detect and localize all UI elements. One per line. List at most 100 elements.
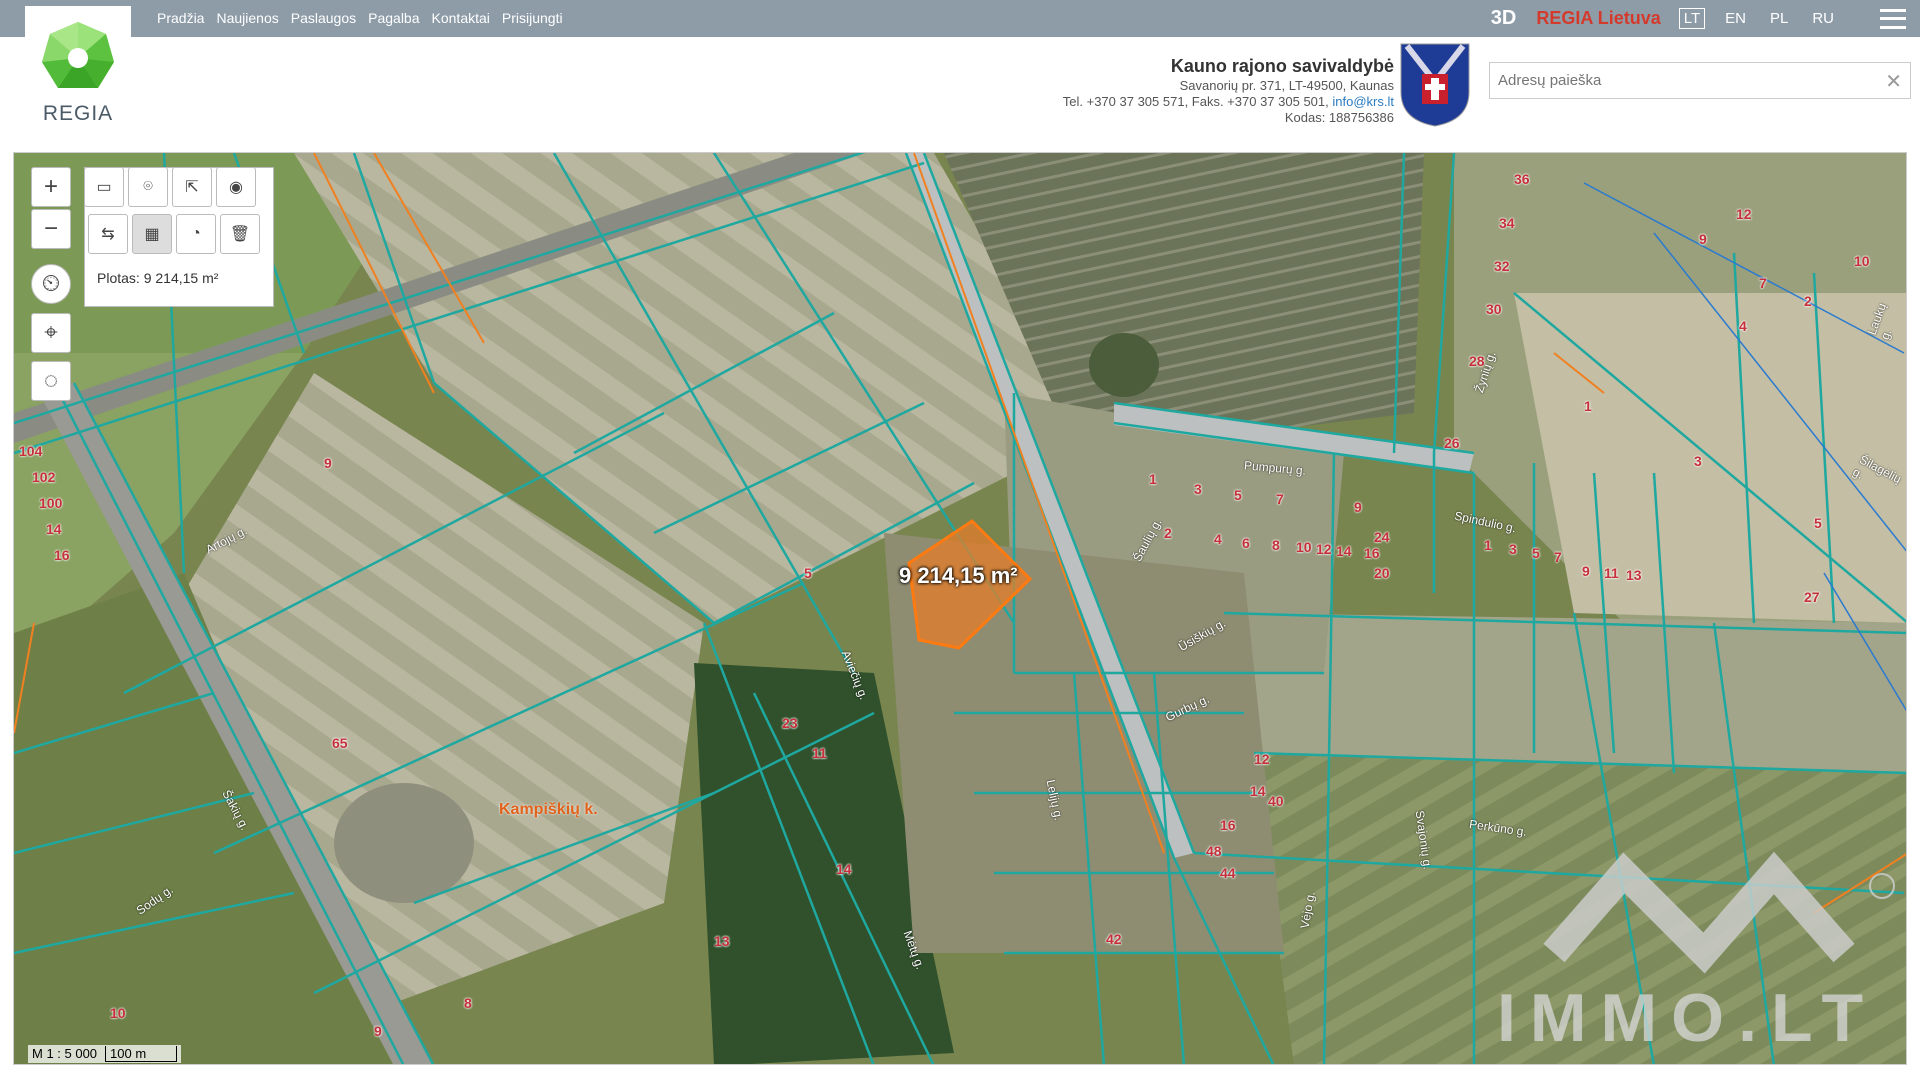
village-label: Kampiškių k. bbox=[499, 801, 598, 818]
parcel-label: 12 bbox=[1736, 206, 1752, 222]
main-nav: Pradžia Naujienos Paslaugos Pagalba Kont… bbox=[157, 10, 563, 26]
parcel-label: 5 bbox=[1234, 487, 1242, 503]
parcel-label: 3 bbox=[1509, 541, 1517, 557]
parcel-label: 7 bbox=[1276, 491, 1284, 507]
parcel-label: 9 bbox=[324, 455, 332, 471]
parcel-label: 12 bbox=[1316, 541, 1332, 557]
nav-paslaugos[interactable]: Paslaugos bbox=[291, 10, 356, 26]
parcel-label: 10 bbox=[110, 1005, 126, 1021]
zoom-in-button[interactable]: + bbox=[31, 167, 71, 207]
municipality-phone: Tel. +370 37 305 571, Faks. +370 37 305 … bbox=[1062, 94, 1329, 109]
municipality-name: Kauno rajono savivaldybė bbox=[1170, 56, 1394, 76]
parcel-label: 27 bbox=[1804, 589, 1820, 605]
watermark-text: IMMO.LT bbox=[1497, 980, 1877, 1056]
map-imagery bbox=[14, 153, 1906, 1064]
scale-ratio: M 1 : 5 000 bbox=[32, 1046, 98, 1061]
parcel-label: 16 bbox=[1220, 817, 1236, 833]
clear-icon[interactable]: ✕ bbox=[1885, 69, 1902, 94]
parcel-label: 7 bbox=[1554, 549, 1562, 565]
trash-icon[interactable]: 🗑 bbox=[220, 214, 260, 254]
nav-pagalba[interactable]: Pagalba bbox=[368, 10, 419, 26]
parcel-label: 9 bbox=[1354, 499, 1362, 515]
measure-area-icon[interactable]: ▦ bbox=[132, 214, 172, 254]
parcel-label: 23 bbox=[782, 715, 798, 731]
history-icon[interactable]: ⏲ bbox=[31, 264, 71, 304]
parcel-label: 26 bbox=[1444, 435, 1460, 451]
parcel-label: 16 bbox=[54, 547, 70, 563]
parcel-label: 2 bbox=[1164, 525, 1172, 541]
parcel-label: 1 bbox=[1484, 537, 1492, 553]
target-icon[interactable]: ◉ bbox=[216, 167, 256, 207]
parcel-label: 7 bbox=[1759, 275, 1767, 291]
parcel-label: 5 bbox=[1532, 545, 1540, 561]
regia-lietuva-link[interactable]: REGIA Lietuva bbox=[1536, 8, 1660, 29]
parcel-label: 9 bbox=[1699, 231, 1707, 247]
parcel-label: 65 bbox=[332, 735, 348, 751]
pin-icon[interactable]: ⌾ bbox=[128, 167, 168, 207]
parcel-label: 32 bbox=[1494, 258, 1510, 274]
locate-icon[interactable]: ⌖ bbox=[31, 313, 71, 353]
address-search: ✕ bbox=[1489, 62, 1911, 99]
parcel-label: 14 bbox=[46, 521, 62, 537]
parcel-label: 3 bbox=[1694, 453, 1702, 469]
address-search-input[interactable] bbox=[1490, 63, 1870, 98]
nav-naujienos[interactable]: Naujienos bbox=[216, 10, 278, 26]
lang-lt[interactable]: LT bbox=[1678, 8, 1706, 29]
parcel-label: 1 bbox=[1584, 398, 1592, 414]
municipality-email[interactable]: info@krs.lt bbox=[1332, 94, 1394, 109]
parcel-label: 9 bbox=[1582, 563, 1590, 579]
regia-logo-icon bbox=[42, 22, 114, 88]
parcel-label: 2 bbox=[1804, 293, 1812, 309]
measure-distance-icon[interactable]: ⇆ bbox=[88, 214, 128, 254]
municipality-info: Kauno rajono savivaldybė Savanorių pr. 3… bbox=[1062, 56, 1394, 126]
parcel-label: 44 bbox=[1220, 865, 1236, 881]
lang-pl[interactable]: PL bbox=[1766, 9, 1792, 28]
parcel-label: 14 bbox=[1250, 783, 1266, 799]
parcel-label: 34 bbox=[1499, 215, 1515, 231]
parcel-label: 104 bbox=[19, 443, 43, 459]
parcel-label: 8 bbox=[464, 995, 472, 1011]
top-bar: Pradžia Naujienos Paslaugos Pagalba Kont… bbox=[0, 0, 1920, 37]
parcel-label: 14 bbox=[836, 861, 852, 877]
measure-radius-icon[interactable]: ◔ bbox=[176, 214, 216, 254]
export-icon[interactable]: ⇱ bbox=[172, 167, 212, 207]
measure-tool-panel: ▭ ⌾ ⇱ ◉ ⇆ ▦ ◔ 🗑 Plotas: 9 214,15 m² bbox=[84, 167, 274, 307]
top-right-controls: 3D REGIA Lietuva LT EN PL RU bbox=[1491, 0, 1920, 37]
logo-text: REGIA bbox=[42, 102, 114, 125]
3d-button[interactable]: 3D bbox=[1491, 7, 1517, 30]
parcel-label: 10 bbox=[1854, 253, 1870, 269]
parcel-label: 6 bbox=[1242, 535, 1250, 551]
lang-ru[interactable]: RU bbox=[1808, 9, 1838, 28]
municipality-address: Savanorių pr. 371, LT-49500, Kaunas bbox=[1179, 78, 1394, 93]
parcel-label: 11 bbox=[812, 745, 827, 761]
parcel-label: 13 bbox=[714, 933, 730, 949]
nav-prisijungti[interactable]: Prisijungti bbox=[502, 10, 563, 26]
lang-en[interactable]: EN bbox=[1721, 9, 1750, 28]
regia-logo[interactable]: REGIA bbox=[25, 6, 131, 131]
parcel-label: 1 bbox=[1149, 471, 1157, 487]
parcel-label: 40 bbox=[1268, 793, 1284, 809]
parcel-label: 9 bbox=[374, 1023, 382, 1039]
parcel-label: 11 bbox=[1604, 565, 1619, 581]
zoom-out-button[interactable]: − bbox=[31, 209, 71, 249]
parcel-label: 42 bbox=[1106, 931, 1122, 947]
parcel-label: 16 bbox=[1364, 545, 1380, 561]
nav-pradzia[interactable]: Pradžia bbox=[157, 10, 204, 26]
parcel-label: 3 bbox=[1194, 481, 1202, 497]
map-canvas[interactable]: Kampiškių k. 9 214,15 m² 36 34 32 30 28 … bbox=[13, 152, 1907, 1065]
parcel-label: 4 bbox=[1214, 531, 1222, 547]
parcel-label: 100 bbox=[39, 495, 63, 511]
lasso-icon[interactable]: ◌ bbox=[31, 361, 71, 401]
parcel-label: 8 bbox=[1272, 537, 1280, 553]
parcel-label: 14 bbox=[1336, 543, 1352, 559]
parcel-label: 36 bbox=[1514, 171, 1530, 187]
parcel-label: 5 bbox=[1814, 515, 1822, 531]
parcel-label: 4 bbox=[1739, 318, 1747, 334]
area-measurement-text: Plotas: 9 214,15 m² bbox=[97, 270, 219, 286]
parcel-label: 48 bbox=[1206, 843, 1222, 859]
ruler-icon[interactable]: ▭ bbox=[84, 167, 124, 207]
parcel-label: 12 bbox=[1254, 751, 1270, 767]
parcel-label: 30 bbox=[1486, 301, 1502, 317]
nav-kontaktai[interactable]: Kontaktai bbox=[432, 10, 490, 26]
hamburger-menu-icon[interactable] bbox=[1880, 8, 1906, 29]
